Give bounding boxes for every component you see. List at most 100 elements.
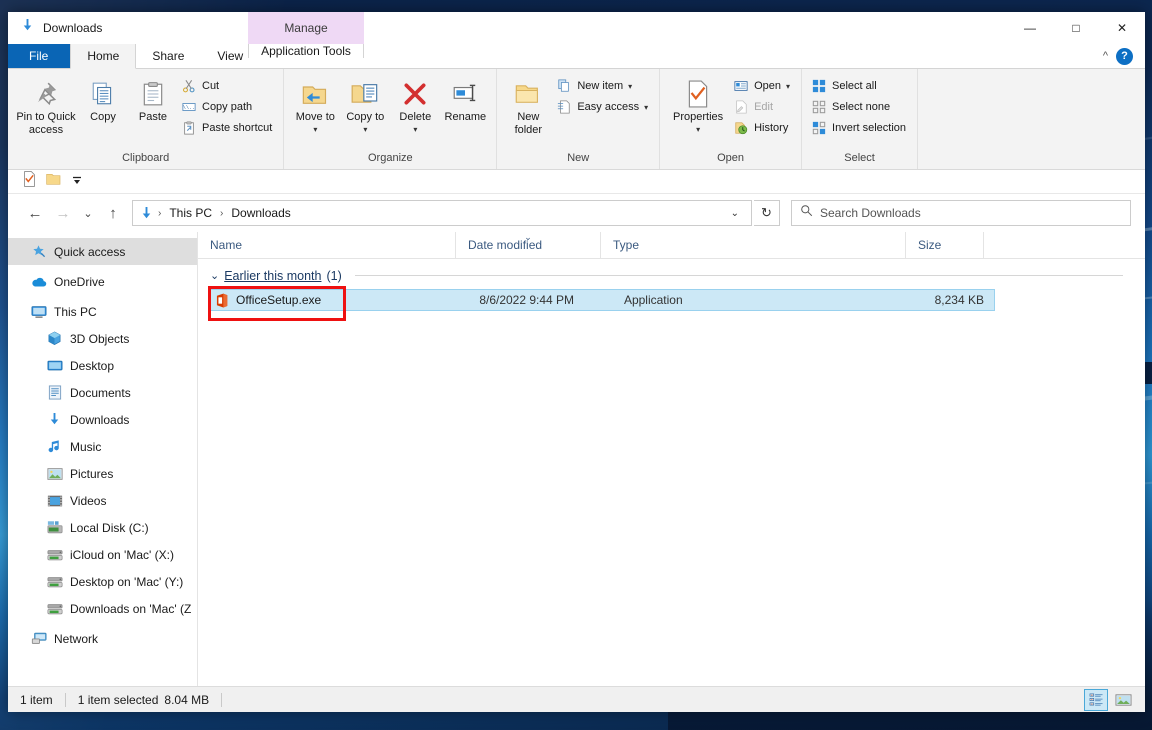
breadcrumb-this-pc[interactable]: This PC [165, 204, 216, 222]
sidebar-item-videos[interactable]: Videos [8, 487, 197, 514]
properties-button[interactable]: Properties ▾ [666, 74, 730, 137]
group-header-earlier-this-month[interactable]: ⌄ Earlier this month (1) [198, 262, 1145, 289]
ribbon-group-new: New folder New item ▾ [497, 69, 660, 169]
breadcrumb-downloads[interactable]: Downloads [227, 204, 294, 222]
sidebar-item-local-disk-c[interactable]: Local Disk (C:) [8, 514, 197, 541]
ribbon-group-open: Properties ▾ [660, 69, 802, 169]
search-input[interactable] [820, 206, 1122, 220]
address-bar[interactable]: › This PC › Downloads ⌄ [132, 200, 752, 226]
new-folder-button[interactable]: New folder [503, 74, 553, 139]
address-dropdown-icon[interactable]: ⌄ [723, 208, 747, 219]
sidebar-item-downloads-on-mac-z[interactable]: Downloads on 'Mac' (Z [8, 595, 197, 622]
paste-shortcut-button[interactable]: Paste shortcut [178, 118, 277, 138]
cut-button[interactable]: Cut [178, 76, 277, 96]
up-button[interactable]: ↑ [100, 200, 126, 226]
select-none-button[interactable]: Select none [808, 97, 911, 117]
sidebar-item-downloads[interactable]: Downloads [8, 406, 197, 433]
select-none-label: Select none [832, 101, 890, 113]
file-type-cell: Application [612, 293, 916, 307]
rename-icon [451, 77, 479, 111]
pin-to-quick-access-button[interactable]: Pin to Quick access [14, 74, 78, 139]
sidebar-item-desktop-on-mac-y[interactable]: Desktop on 'Mac' (Y:) [8, 568, 197, 595]
copy-icon [90, 77, 116, 111]
details-view-icon[interactable] [1084, 689, 1108, 711]
copy-path-button[interactable]: \\.. Copy path [178, 97, 277, 117]
ribbon-tab-strip: File Home Share View Application Tools ^… [8, 44, 1145, 69]
copy-to-button[interactable]: Copy to ▾ [340, 74, 390, 137]
easy-access-button[interactable]: Easy access ▾ [553, 97, 653, 117]
sidebar-item-this-pc[interactable]: This PC [8, 298, 197, 325]
onedrive-cloud-icon [30, 273, 47, 290]
sidebar-item-3d-objects[interactable]: 3D Objects [8, 325, 197, 352]
sidebar-item-music[interactable]: Music [8, 433, 197, 460]
file-name-cell[interactable]: OfficeSetup.exe [211, 293, 467, 308]
svg-text:\\..: \\.. [183, 105, 196, 111]
status-bar: 1 item 1 item selected 8.04 MB [8, 686, 1145, 712]
download-arrow-icon [46, 411, 63, 428]
documents-icon [46, 384, 63, 401]
recent-locations-button[interactable]: ⌄ [78, 200, 98, 226]
chevron-down-icon[interactable]: ▾ [363, 125, 367, 134]
rename-label: Rename [445, 111, 487, 124]
chevron-down-icon[interactable]: ▾ [413, 125, 417, 134]
file-list[interactable]: ⌄ Earlier this month (1) [198, 259, 1145, 686]
sidebar-item-network[interactable]: Network [8, 625, 197, 652]
tab-application-tools[interactable]: Application Tools [248, 44, 364, 58]
move-to-label: Move to [296, 111, 335, 124]
help-icon[interactable]: ? [1116, 48, 1133, 65]
chevron-down-icon[interactable]: ▾ [313, 125, 317, 134]
customize-dropdown-icon[interactable] [71, 173, 83, 191]
close-button[interactable]: ✕ [1099, 12, 1145, 44]
delete-x-icon [402, 77, 428, 111]
new-item-button[interactable]: New item ▾ [553, 76, 653, 96]
column-header-type-label: Type [613, 238, 639, 252]
sidebar-item-icloud-on-mac-x[interactable]: iCloud on 'Mac' (X:) [8, 541, 197, 568]
sidebar-item-desktop[interactable]: Desktop [8, 352, 197, 379]
chevron-down-icon[interactable]: ▾ [786, 82, 790, 91]
large-icons-view-icon[interactable] [1111, 689, 1135, 711]
open-button[interactable]: Open ▾ [730, 76, 795, 96]
back-button[interactable]: ← [22, 200, 48, 226]
delete-label: Delete [399, 111, 431, 124]
chevron-down-icon[interactable]: ▾ [628, 82, 632, 91]
table-row[interactable]: OfficeSetup.exe 8/6/2022 9:44 PM Applica… [210, 289, 995, 311]
new-folder-icon[interactable] [46, 172, 62, 191]
sidebar-item-label: Network [54, 632, 98, 646]
column-header-date-modified[interactable]: ⌄ Date modified [456, 232, 601, 259]
sidebar-item-quick-access[interactable]: Quick access [8, 238, 197, 265]
rename-button[interactable]: Rename [440, 74, 490, 127]
tab-file[interactable]: File [8, 44, 70, 68]
paste-shortcut-label: Paste shortcut [202, 122, 272, 134]
paste-button[interactable]: Paste [128, 74, 178, 127]
file-explorer-window: Downloads Manage — □ ✕ File Home Share V… [8, 12, 1145, 712]
file-name-label: OfficeSetup.exe [236, 293, 321, 307]
chevron-down-icon[interactable]: ▾ [644, 103, 648, 112]
chevron-down-icon[interactable]: ▾ [696, 125, 700, 134]
properties-icon[interactable] [22, 171, 37, 192]
invert-selection-button[interactable]: Invert selection [808, 118, 911, 138]
history-button[interactable]: History [730, 118, 795, 138]
sidebar-item-pictures[interactable]: Pictures [8, 460, 197, 487]
chevron-down-icon[interactable]: ⌄ [210, 269, 219, 282]
refresh-button[interactable]: ↻ [754, 200, 780, 226]
collapse-ribbon-icon[interactable]: ^ [1103, 50, 1108, 62]
desktop-icon [46, 357, 63, 374]
search-box[interactable] [791, 200, 1131, 226]
column-header-size[interactable]: Size [906, 232, 984, 259]
delete-button[interactable]: Delete ▾ [390, 74, 440, 137]
maximize-button[interactable]: □ [1053, 12, 1099, 44]
column-header-type[interactable]: Type [601, 232, 906, 259]
copy-button[interactable]: Copy [78, 74, 128, 127]
quick-access-toolbar [8, 170, 1145, 194]
window-controls: — □ ✕ [1007, 12, 1145, 44]
sidebar-item-onedrive[interactable]: OneDrive [8, 268, 197, 295]
sidebar-item-documents[interactable]: Documents [8, 379, 197, 406]
easy-access-icon [556, 99, 572, 115]
minimize-button[interactable]: — [1007, 12, 1053, 44]
tab-share[interactable]: Share [136, 44, 201, 68]
select-all-button[interactable]: Select all [808, 76, 911, 96]
move-to-button[interactable]: Move to ▾ [290, 74, 340, 137]
tab-home[interactable]: Home [70, 44, 136, 69]
column-header-name[interactable]: Name [198, 232, 456, 259]
status-item-count: 1 item [20, 693, 65, 707]
